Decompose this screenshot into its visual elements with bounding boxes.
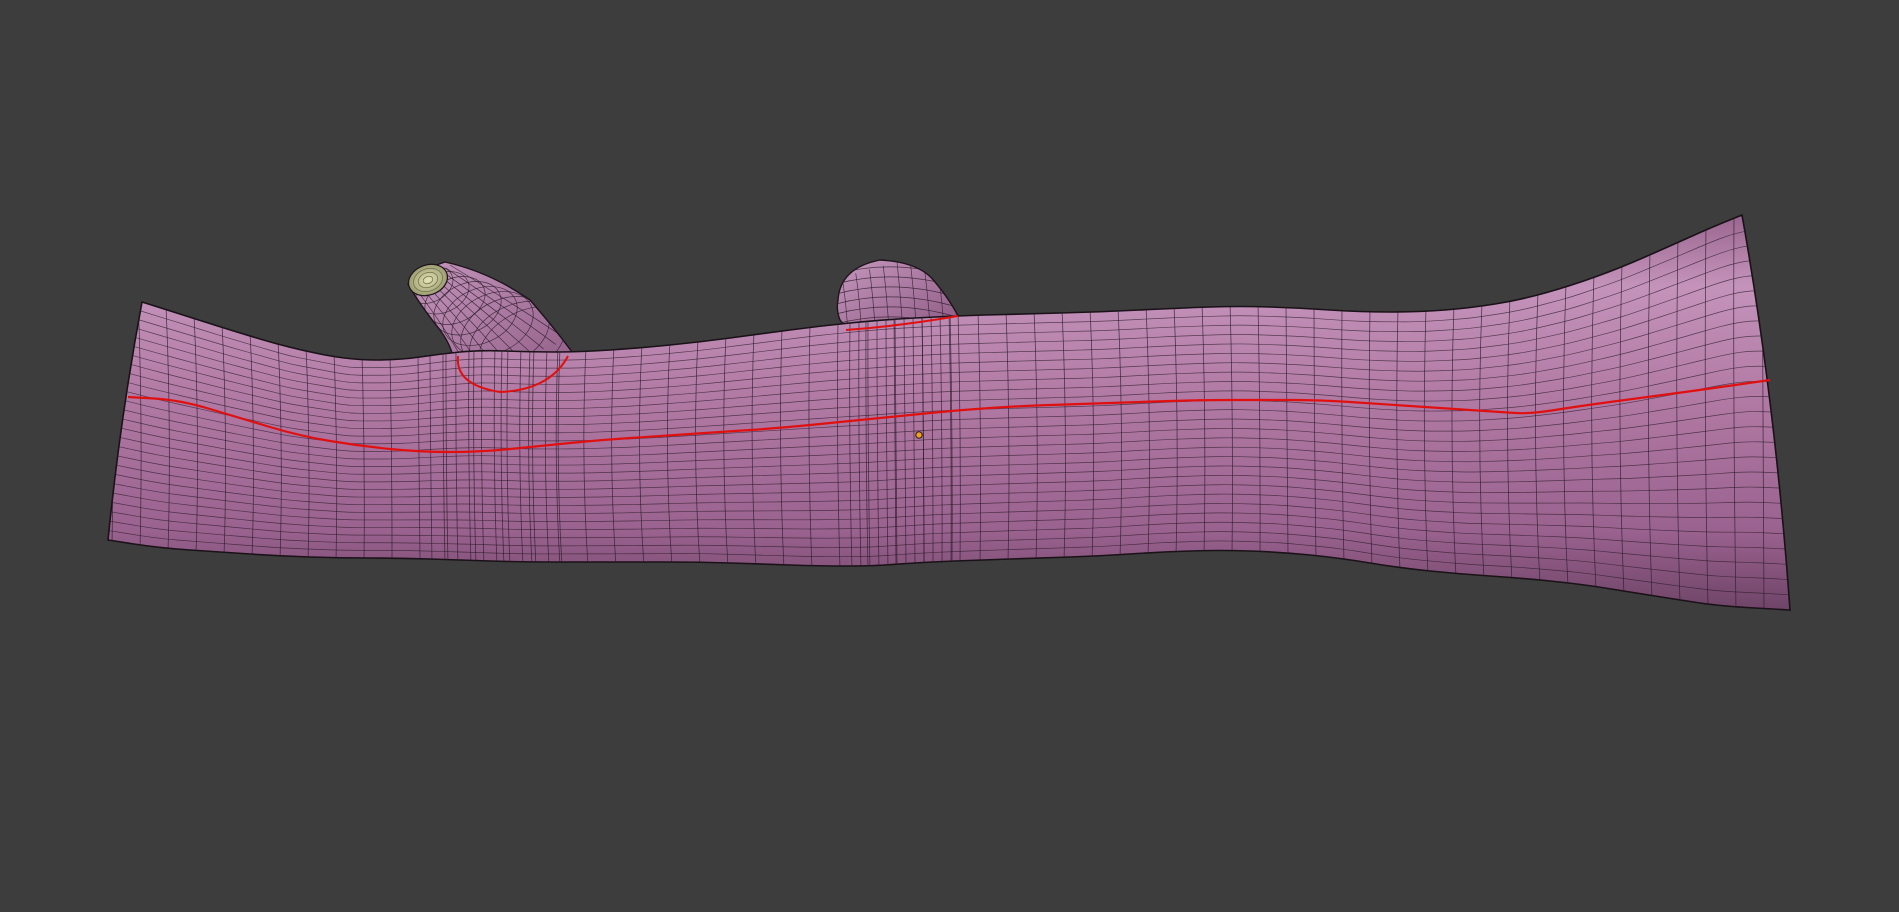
trunk-ring-edge [1789, 215, 1790, 610]
object-origin[interactable] [915, 431, 923, 439]
3d-viewport[interactable] [0, 0, 1899, 912]
mesh-scene[interactable] [0, 0, 1899, 912]
